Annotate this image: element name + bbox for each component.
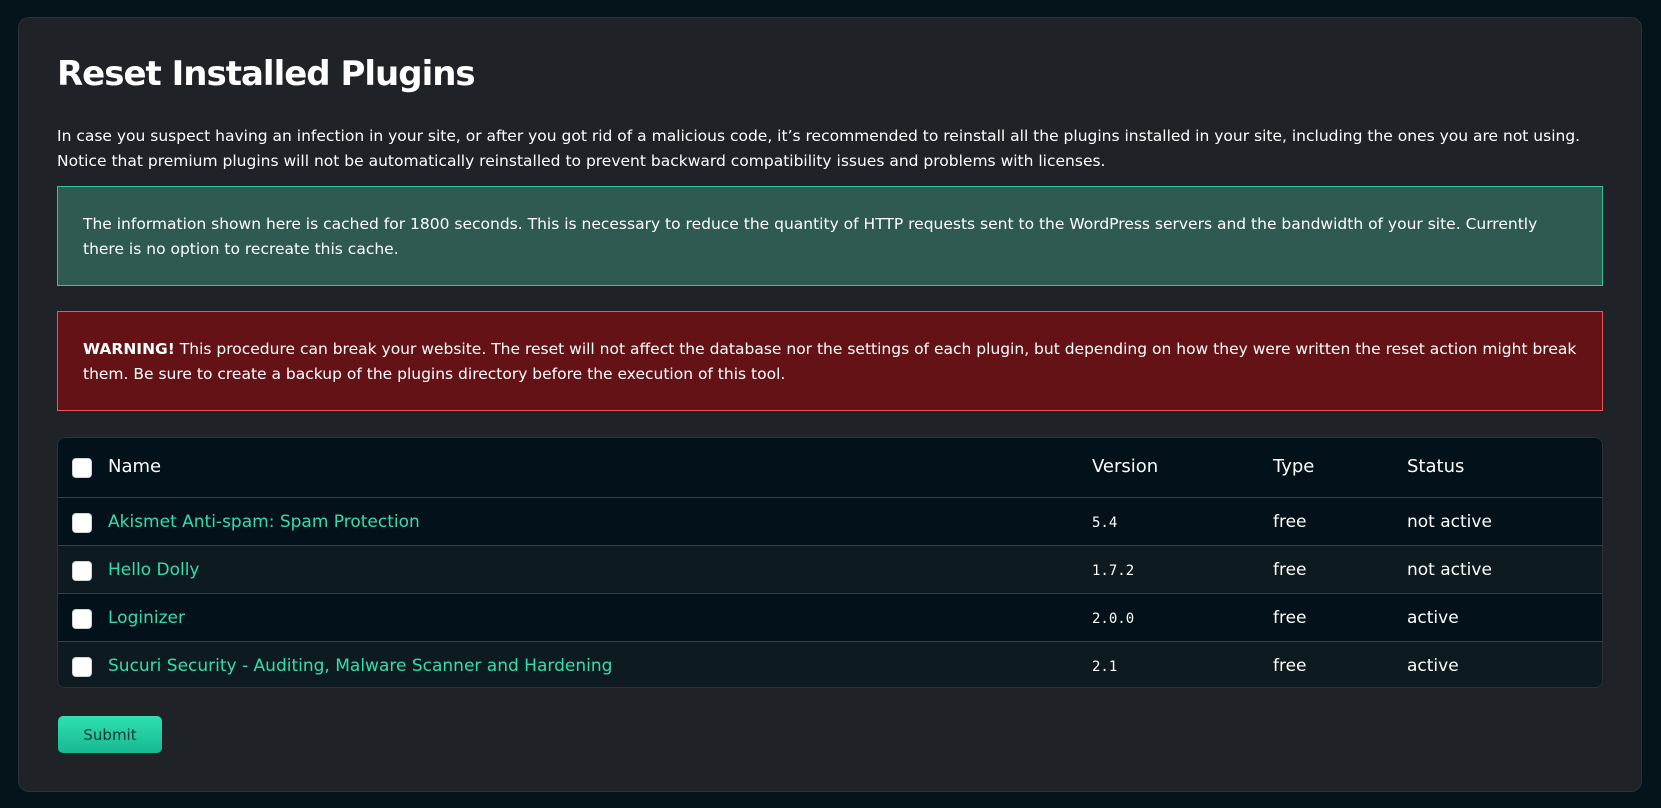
plugin-name-link[interactable]: Akismet Anti-spam: Spam Protection (108, 512, 420, 532)
plugin-name-link[interactable]: Hello Dolly (108, 560, 200, 580)
submit-button[interactable]: Submit (58, 716, 162, 753)
plugins-table: Name Version Type Status Akismet Anti-sp… (57, 437, 1603, 688)
header-name: Name (108, 456, 162, 477)
plugin-status: not active (1407, 560, 1492, 580)
plugin-type: free (1273, 608, 1307, 628)
intro-text: In case you suspect having an infection … (57, 127, 1581, 170)
header-type: Type (1273, 456, 1315, 477)
header-status: Status (1407, 456, 1465, 477)
plugin-type: free (1273, 560, 1307, 580)
plugin-version: 2.0.0 (1092, 611, 1135, 627)
row-checkbox[interactable] (72, 561, 92, 581)
plugin-name-link[interactable]: Sucuri Security - Auditing, Malware Scan… (108, 656, 612, 676)
warning-label: WARNING! (83, 340, 175, 358)
row-checkbox[interactable] (72, 513, 92, 533)
table-row: Loginizer 2.0.0 free active (58, 593, 1602, 641)
table-row: Hello Dolly 1.7.2 free not active (58, 545, 1602, 593)
table-row: Sucuri Security - Auditing, Malware Scan… (58, 641, 1602, 687)
header-version: Version (1092, 456, 1159, 477)
cache-notice: The information shown here is cached for… (57, 186, 1603, 286)
table-row: Akismet Anti-spam: Spam Protection 5.4 f… (58, 497, 1602, 545)
plugin-name-link[interactable]: Loginizer (108, 608, 185, 628)
plugin-status: not active (1407, 512, 1492, 532)
plugin-type: free (1273, 512, 1307, 532)
row-checkbox[interactable] (72, 657, 92, 677)
plugin-status: active (1407, 608, 1459, 628)
select-all-checkbox[interactable] (72, 458, 92, 478)
warning-alert: WARNING! This procedure can break your w… (57, 311, 1603, 411)
plugin-version: 5.4 (1092, 515, 1118, 531)
plugin-version: 1.7.2 (1092, 563, 1135, 579)
table-header-row: Name Version Type Status (58, 438, 1602, 497)
plugin-type: free (1273, 656, 1307, 676)
plugin-status: active (1407, 656, 1459, 676)
warning-text: This procedure can break your website. T… (83, 340, 1577, 383)
page-title: Reset Installed Plugins (57, 54, 476, 94)
cache-notice-text: The information shown here is cached for… (83, 215, 1538, 258)
plugin-version: 2.1 (1092, 659, 1118, 675)
row-checkbox[interactable] (72, 609, 92, 629)
reset-plugins-panel: Reset Installed Plugins In case you susp… (18, 17, 1642, 792)
